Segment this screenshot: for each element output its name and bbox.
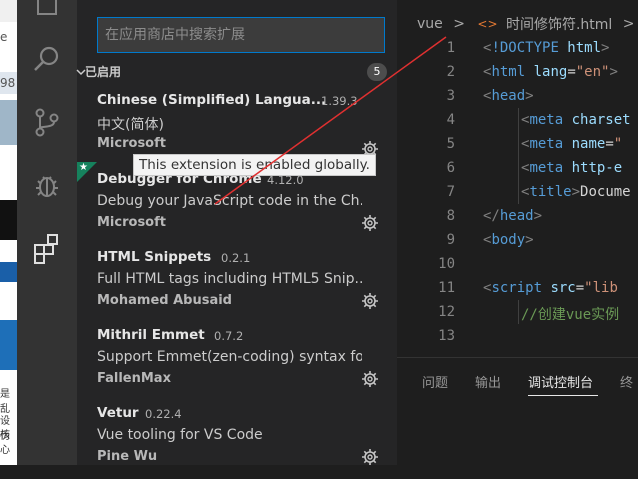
extension-name: Mithril Emmet (97, 327, 205, 343)
extensions-sidebar: 在应用商店中搜索扩展 已启用 5 Chinese (Simplified) La… (76, 0, 397, 465)
extensions-icon[interactable] (30, 231, 64, 265)
code-line[interactable]: <head> (483, 88, 534, 104)
line-number: 1 (446, 40, 455, 56)
activity-bar (17, 0, 77, 465)
tab-output[interactable]: 输出 (475, 372, 501, 391)
enabled-section-header[interactable]: 已启用 5 (76, 61, 397, 83)
background-text-fragment: 是乱 (0, 389, 10, 415)
breadcrumb-folder[interactable]: vue (417, 16, 443, 32)
code-line[interactable]: <script src="lib (483, 280, 618, 296)
tab-problems[interactable]: 问题 (422, 372, 448, 391)
search-icon[interactable] (30, 42, 64, 76)
breadcrumb: vue > <> 时间修饰符.html > (417, 14, 635, 34)
section-title: 已启用 (85, 65, 122, 79)
extension-description: 中文(简体) (97, 117, 164, 133)
code-line[interactable]: <meta name=" (521, 136, 622, 152)
line-number: 3 (446, 88, 455, 104)
extension-name: Vetur (97, 405, 139, 421)
code-line[interactable]: <meta http-e (521, 160, 622, 176)
extension-item[interactable]: Vetur 0.22.4 Vue tooling for VS Code Pin… (77, 401, 397, 479)
extension-version: 0.2.1 (221, 251, 251, 265)
code-line[interactable]: //创建vue实例 (521, 304, 619, 324)
line-number: 6 (446, 160, 455, 176)
extension-description: Debug your JavaScript code in the Ch... (97, 193, 362, 209)
breadcrumb-file[interactable]: 时间修饰符.html (506, 14, 612, 34)
code-line[interactable]: <html lang="en"> (483, 64, 618, 80)
background-window-strip: e 98 是乱 设伪 核心 (0, 0, 17, 465)
debug-icon[interactable] (30, 168, 64, 202)
extension-search-input[interactable]: 在应用商店中搜索扩展 (97, 17, 385, 53)
line-number: 2 (446, 64, 455, 80)
breadcrumb-separator: > (453, 16, 465, 32)
background-text-fragment: e (0, 30, 8, 44)
extension-publisher: FallenMax (97, 371, 171, 386)
bottom-panel: 问题 输出 调试控制台 终 (397, 357, 638, 466)
star-icon: ★ (79, 162, 88, 173)
line-number: 12 (438, 304, 455, 320)
files-icon[interactable] (30, 0, 64, 20)
html-file-icon: <> (477, 17, 498, 31)
extension-name: Chinese (Simplified) Langua... (97, 92, 327, 108)
line-number: 7 (446, 184, 455, 200)
tab-debug-console[interactable]: 调试控制台 (528, 372, 593, 391)
code-line[interactable]: <meta charset (521, 112, 631, 128)
code-editor: vue > <> 时间修饰符.html > 1 2 3 4 5 6 7 8 9 … (397, 0, 638, 466)
gear-icon[interactable] (361, 214, 379, 232)
extension-publisher: Microsoft (97, 215, 166, 230)
line-number: 8 (446, 208, 455, 224)
section-count-badge: 5 (367, 63, 387, 81)
extension-item[interactable]: HTML Snippets 0.2.1 Full HTML tags inclu… (77, 245, 397, 323)
line-number: 5 (446, 136, 455, 152)
extension-version: 0.22.4 (145, 407, 182, 421)
extension-version: 1.39.3 (321, 94, 358, 108)
tab-terminal[interactable]: 终 (620, 372, 633, 391)
background-text-fragment: 98 (0, 76, 16, 90)
line-number: 13 (438, 328, 455, 344)
breadcrumb-separator: > (622, 16, 635, 32)
line-number: 10 (438, 256, 455, 272)
source-control-icon[interactable] (30, 105, 64, 139)
active-tab-indicator (528, 395, 598, 396)
line-number: 11 (438, 280, 455, 296)
indent-guide (518, 108, 519, 204)
extension-publisher: Mohamed Abusaid (97, 293, 232, 308)
gear-icon[interactable] (361, 448, 379, 466)
extension-item[interactable]: Debugger for Chrome 4.12.0 Debug your Ja… (77, 167, 397, 245)
extension-description: Vue tooling for VS Code (97, 427, 263, 443)
code-line[interactable]: <!DOCTYPE html> (483, 40, 609, 56)
extension-publisher: Microsoft (97, 136, 166, 151)
gear-icon[interactable] (361, 292, 379, 310)
extension-description: Support Emmet(zen-coding) syntax fo... (97, 349, 362, 365)
code-line[interactable]: <body> (483, 232, 534, 248)
line-number: 4 (446, 112, 455, 128)
enabled-globally-tooltip: This extension is enabled globally. (133, 154, 376, 176)
extension-version: 0.7.2 (214, 329, 244, 343)
gear-icon[interactable] (361, 370, 379, 388)
extension-name: HTML Snippets (97, 249, 212, 265)
extension-item[interactable]: Mithril Emmet 0.7.2 Support Emmet(zen-co… (77, 323, 397, 401)
extension-publisher: Pine Wu (97, 449, 158, 464)
code-line[interactable]: <title>Docume (521, 184, 631, 200)
indent-guide (518, 300, 519, 324)
background-text-fragment: 核心 (0, 430, 10, 456)
code-line[interactable]: </head> (483, 208, 542, 224)
line-number: 9 (446, 232, 455, 248)
extension-description: Full HTML tags including HTML5 Snip... (97, 271, 362, 287)
